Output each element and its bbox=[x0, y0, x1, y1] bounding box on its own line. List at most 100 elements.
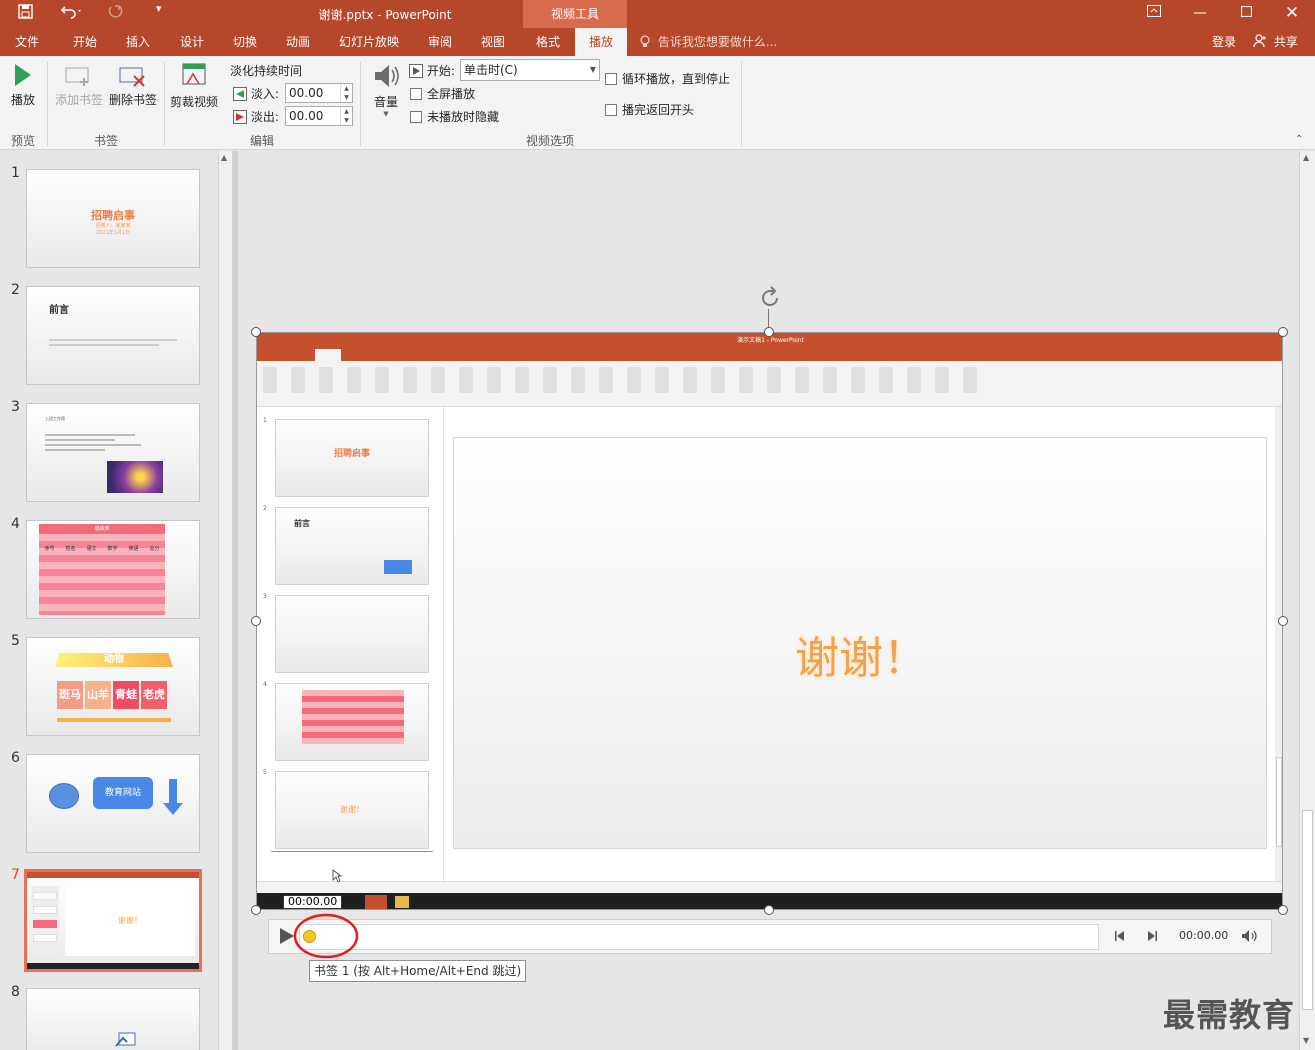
editor-scrollbar[interactable]: ▲ ▼ bbox=[1299, 151, 1315, 1050]
video-inner-active-tab bbox=[315, 349, 341, 361]
scroll-down-icon[interactable]: ▼ bbox=[1303, 1036, 1309, 1045]
thumb-text-line bbox=[45, 439, 115, 441]
group-separator bbox=[741, 62, 742, 146]
tab-transitions[interactable]: 切换 bbox=[223, 28, 267, 56]
video-inner-thumb-num: 3 bbox=[263, 593, 267, 600]
tab-playback[interactable]: 播放 bbox=[575, 28, 627, 56]
tab-view[interactable]: 视图 bbox=[471, 28, 515, 56]
slide-thumb-8[interactable] bbox=[26, 988, 200, 1050]
fade-in-input[interactable]: 00.00 ▲ ▼ bbox=[285, 83, 353, 103]
fade-out-row: 淡出: bbox=[233, 108, 279, 125]
slide-thumb-7[interactable]: 谢谢！ bbox=[24, 869, 202, 972]
collapse-ribbon-icon[interactable]: ⌃ bbox=[1295, 134, 1303, 145]
tab-format[interactable]: 格式 bbox=[524, 28, 572, 56]
loop-checkbox[interactable] bbox=[605, 73, 617, 85]
loop-option[interactable]: 循环播放，直到停止 bbox=[605, 70, 730, 87]
tab-review[interactable]: 审阅 bbox=[418, 28, 462, 56]
thumb-title: 上班工作简 bbox=[45, 416, 65, 421]
volume-button[interactable]: 音量 ▼ bbox=[368, 62, 404, 118]
resize-handle[interactable] bbox=[1278, 327, 1288, 337]
rotate-handle-icon[interactable] bbox=[758, 286, 782, 314]
resize-handle[interactable] bbox=[251, 905, 261, 915]
resize-handle[interactable] bbox=[764, 327, 774, 337]
tab-insert[interactable]: 插入 bbox=[116, 28, 160, 56]
mouse-cursor-icon bbox=[332, 868, 343, 887]
hide-not-playing-option[interactable]: 未播放时隐藏 bbox=[410, 108, 499, 125]
step-forward-button[interactable] bbox=[1145, 928, 1159, 947]
tab-home[interactable]: 开始 bbox=[63, 28, 107, 56]
add-bookmark-button[interactable]: 添加书签 bbox=[53, 64, 105, 108]
remove-bookmark-button[interactable]: 删除书签 bbox=[107, 64, 159, 108]
thumb-tile: 山羊 bbox=[85, 681, 111, 709]
media-timeline[interactable] bbox=[299, 924, 1099, 950]
ribbon-tabs: 文件 开始 插入 设计 切换 动画 幻灯片放映 审阅 视图 格式 播放 告诉我您… bbox=[0, 28, 1315, 56]
group-video-options-label: 视频选项 bbox=[525, 134, 574, 148]
fade-out-input[interactable]: 00.00 ▲ ▼ bbox=[285, 106, 353, 126]
scroll-thumb[interactable] bbox=[1302, 810, 1313, 1010]
thumb-tile: 老虎 bbox=[141, 681, 167, 709]
rewind-option[interactable]: 播完返回开头 bbox=[605, 101, 694, 118]
hide-not-playing-checkbox[interactable] bbox=[410, 111, 422, 123]
user-icon bbox=[1253, 34, 1274, 49]
slide-thumb-1[interactable]: 招聘启事 招聘人：某某某 2021年1月1日 bbox=[26, 169, 200, 268]
thumb-text-line bbox=[49, 344, 159, 346]
start-select[interactable]: 单击时(C) ▼ bbox=[460, 59, 600, 81]
tell-me-text: 告诉我您想要做什么... bbox=[657, 35, 778, 49]
video-inner-slide: 谢谢！ bbox=[453, 437, 1267, 849]
fade-in-spinner[interactable]: ▲ ▼ bbox=[340, 84, 352, 102]
ribbon-display-icon[interactable] bbox=[1131, 0, 1177, 28]
rewind-label: 播完返回开头 bbox=[622, 103, 695, 117]
fade-out-label: 淡出: bbox=[250, 110, 279, 124]
fade-out-icon bbox=[233, 110, 247, 124]
thumb-table-cell: 姓名 bbox=[65, 546, 76, 552]
minimize-icon[interactable]: — bbox=[1177, 0, 1223, 28]
slide-thumb-3[interactable]: 上班工作简 bbox=[26, 403, 200, 502]
resize-handle[interactable] bbox=[1278, 616, 1288, 626]
resize-handle[interactable] bbox=[764, 905, 774, 915]
rewind-checkbox[interactable] bbox=[605, 104, 617, 116]
fade-out-spinner[interactable]: ▲ ▼ bbox=[340, 107, 352, 125]
tell-me-box[interactable]: 告诉我您想要做什么... bbox=[640, 28, 777, 56]
thumb-title: 动物 bbox=[55, 653, 173, 667]
thumb-tile: 斑马 bbox=[57, 681, 83, 709]
thumb-title: 成绩表 bbox=[39, 524, 165, 534]
thumb-shape-icon bbox=[115, 1029, 137, 1050]
thumbnails-scrollbar[interactable]: ▲ bbox=[218, 151, 232, 1050]
login-link[interactable]: 登录 bbox=[1212, 28, 1236, 56]
thumb-table-cell: 总分 bbox=[149, 546, 160, 552]
fullscreen-checkbox[interactable] bbox=[410, 88, 422, 100]
slide-thumb-2[interactable]: 前言 bbox=[26, 286, 200, 385]
maximize-icon[interactable] bbox=[1223, 0, 1269, 28]
fullscreen-option[interactable]: 全屏播放 bbox=[410, 85, 475, 102]
hide-not-playing-label: 未播放时隐藏 bbox=[427, 110, 500, 124]
slide-thumb-6[interactable]: 教育网站 bbox=[26, 754, 200, 853]
scroll-up-icon[interactable]: ▲ bbox=[221, 153, 227, 162]
resize-handle[interactable] bbox=[1278, 905, 1288, 915]
step-back-button[interactable] bbox=[1113, 928, 1127, 947]
remove-bookmark-icon bbox=[118, 67, 148, 91]
group-separator bbox=[47, 62, 48, 146]
resize-handle[interactable] bbox=[251, 616, 261, 626]
title-bar: ▾ 谢谢.pptx - PowerPoint 视频工具 — ✕ bbox=[0, 0, 1315, 28]
media-controls: 00:00.00 bbox=[268, 919, 1272, 954]
video-frame[interactable]: 演示文稿1 - PowerPoint 招聘启事 前言 谢谢！ 1 2 3 4 5… bbox=[256, 332, 1283, 910]
share-button[interactable]: 共享 bbox=[1253, 28, 1298, 56]
resize-handle[interactable] bbox=[251, 327, 261, 337]
media-volume-button[interactable] bbox=[1241, 928, 1259, 947]
video-time-label: 00:00.00 bbox=[283, 895, 343, 909]
thumb-mini-panel bbox=[31, 886, 59, 956]
window-title: 谢谢.pptx - PowerPoint bbox=[318, 8, 452, 22]
scroll-up-icon[interactable]: ▲ bbox=[1303, 153, 1309, 162]
tab-slideshow[interactable]: 幻灯片放映 bbox=[331, 28, 407, 56]
add-bookmark-label: 添加书签 bbox=[54, 93, 103, 107]
tab-file[interactable]: 文件 bbox=[6, 28, 48, 56]
thumb-tile: 青蛙 bbox=[113, 681, 139, 709]
close-icon[interactable]: ✕ bbox=[1269, 0, 1315, 28]
tab-design[interactable]: 设计 bbox=[170, 28, 214, 56]
play-button[interactable]: 播放 bbox=[8, 62, 38, 108]
tab-animations[interactable]: 动画 bbox=[276, 28, 320, 56]
trim-video-button[interactable]: 剪裁视频 bbox=[168, 62, 220, 110]
slide-thumb-4[interactable]: 成绩表 序号 姓名 语文 数学 英语 总分 bbox=[26, 520, 200, 619]
video-inner-thumb-3 bbox=[275, 595, 429, 673]
slide-thumb-5[interactable]: 动物 斑马 山羊 青蛙 老虎 bbox=[26, 637, 200, 736]
